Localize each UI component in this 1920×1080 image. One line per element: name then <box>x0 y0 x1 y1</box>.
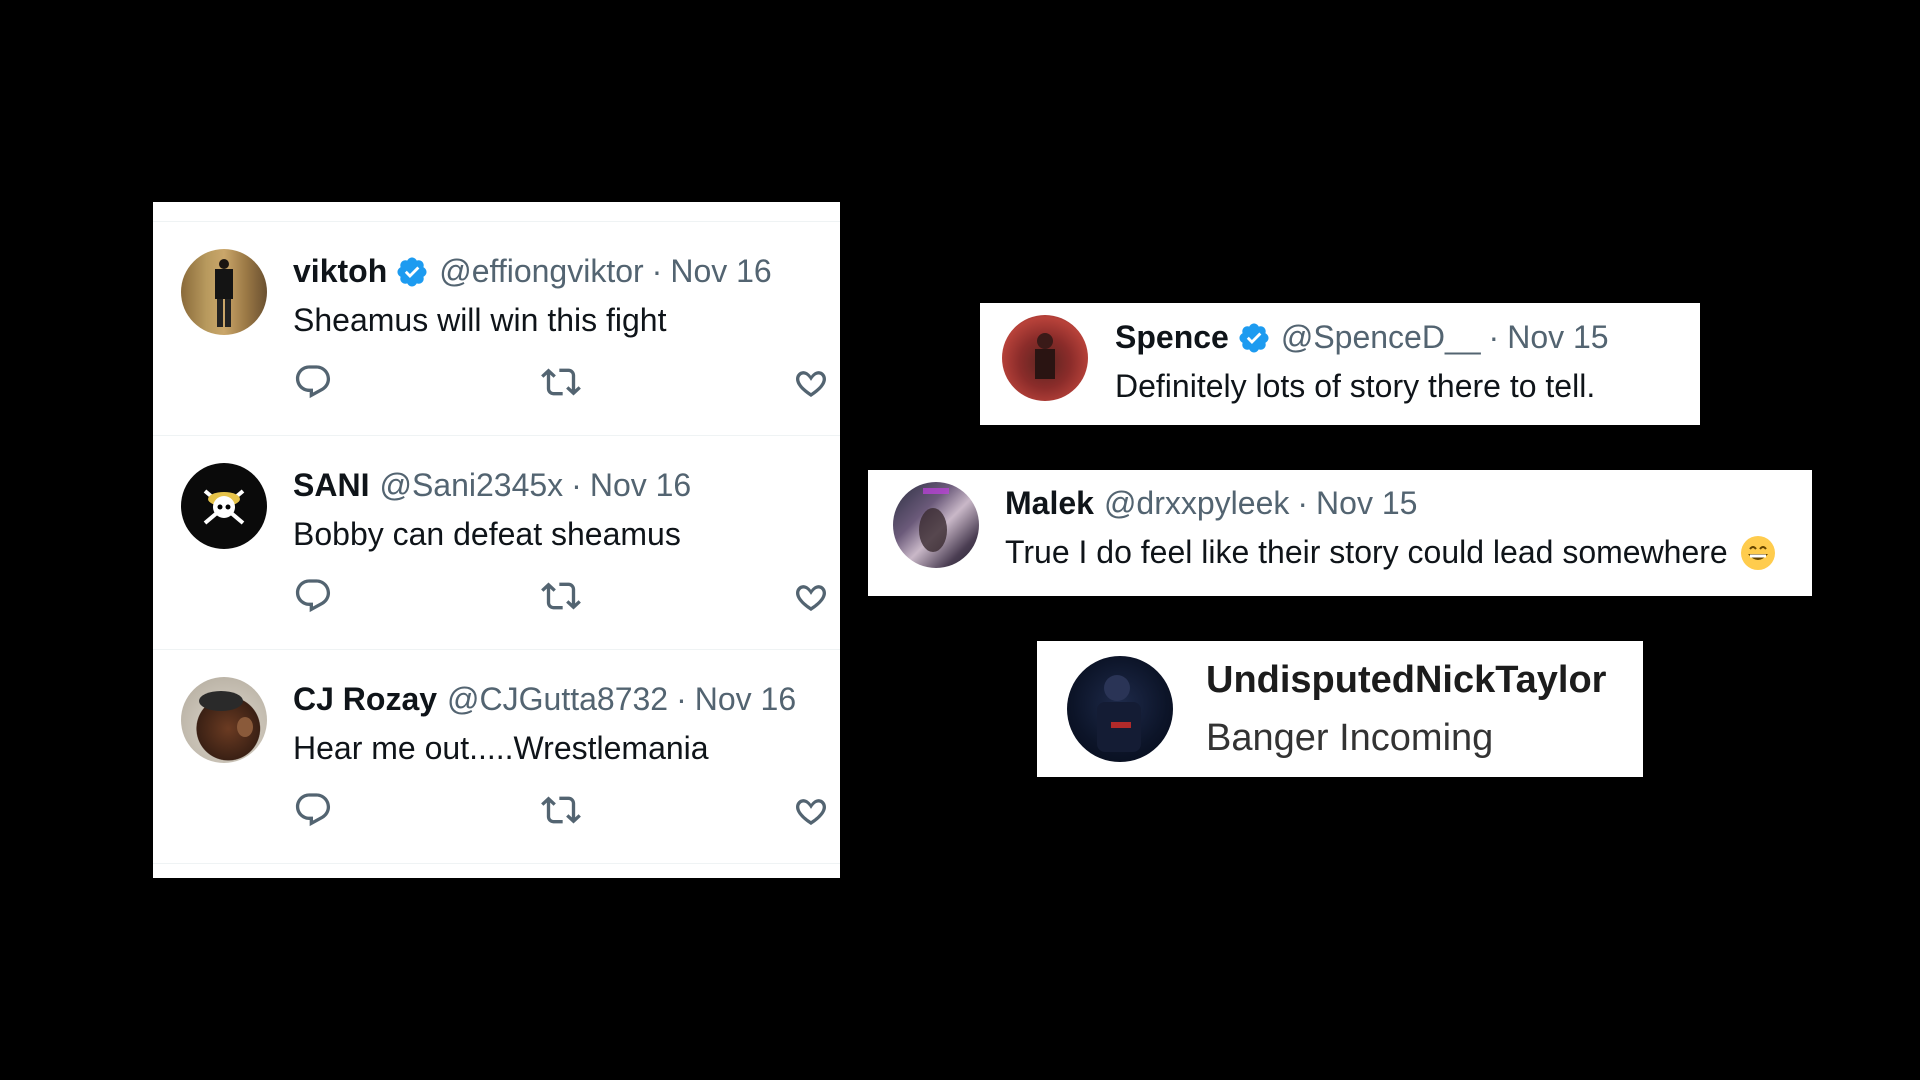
reply-icon <box>293 362 333 402</box>
avatar[interactable] <box>1002 315 1088 401</box>
retweet-button[interactable] <box>541 790 581 830</box>
tweet-text: Bobby can defeat sheamus <box>293 516 681 552</box>
avatar[interactable] <box>181 677 267 763</box>
separator: · <box>1488 319 1500 355</box>
display-name[interactable]: viktoh <box>293 253 387 290</box>
display-name[interactable]: Malek <box>1005 485 1094 522</box>
timestamp[interactable]: Nov 16 <box>695 681 796 718</box>
timestamp[interactable]: Nov 15 <box>1316 485 1417 522</box>
reply-icon <box>293 790 333 830</box>
avatar[interactable] <box>1067 656 1173 762</box>
tweet-card-malek[interactable]: Malek @drxxpyleek · Nov 15 True I do fee… <box>868 470 1812 596</box>
verified-badge-icon <box>395 255 429 289</box>
like-icon <box>791 790 831 830</box>
reply-button[interactable] <box>293 362 333 402</box>
user-handle[interactable]: @Sani2345x <box>379 467 563 504</box>
separator: · <box>676 681 687 717</box>
retweet-button[interactable] <box>541 362 581 402</box>
tweet[interactable]: CJ Rozay @CJGutta8732 · Nov 16 Hear me o… <box>153 650 840 864</box>
avatar[interactable] <box>181 463 267 549</box>
like-icon <box>791 576 831 616</box>
tweet-text: Definitely lots of story there to tell. <box>1115 368 1596 404</box>
display-name[interactable]: SANI <box>293 467 369 504</box>
user-handle[interactable]: @effiongviktor <box>439 253 643 290</box>
retweet-icon <box>541 790 581 830</box>
verified-badge-icon <box>1237 321 1271 355</box>
like-button[interactable] <box>791 362 831 402</box>
user-handle[interactable]: @CJGutta8732 <box>447 681 668 718</box>
reply-icon <box>293 576 333 616</box>
retweet-icon <box>541 362 581 402</box>
tweet-text: Banger Incoming <box>1206 717 1494 759</box>
display-name[interactable]: CJ Rozay <box>293 681 437 718</box>
reply-button[interactable] <box>293 576 333 616</box>
avatar[interactable] <box>181 249 267 335</box>
retweet-button[interactable] <box>541 576 581 616</box>
timestamp[interactable]: Nov 16 <box>590 467 691 504</box>
display-name[interactable]: Spence <box>1115 319 1229 356</box>
retweet-icon <box>541 576 581 616</box>
avatar[interactable] <box>893 482 979 568</box>
user-handle[interactable]: @SpenceD__ <box>1281 319 1481 356</box>
separator: · <box>1297 485 1309 521</box>
user-handle[interactable]: @drxxpyleek <box>1104 485 1289 522</box>
tweet-text: Hear me out.....Wrestlemania <box>293 730 709 766</box>
like-button[interactable] <box>791 790 831 830</box>
like-icon <box>791 362 831 402</box>
tweet-card-spence[interactable]: Spence @SpenceD__ · Nov 15 Definitely lo… <box>980 303 1700 425</box>
separator: · <box>651 253 663 289</box>
reply-thread-panel: viktoh @effiongviktor · Nov 16 Sheamus w… <box>153 202 840 878</box>
tweet[interactable]: viktoh @effiongviktor · Nov 16 Sheamus w… <box>153 222 840 436</box>
tweet-card-nick[interactable]: UndisputedNickTaylor Banger Incoming <box>1037 641 1643 777</box>
timestamp[interactable]: Nov 15 <box>1507 319 1608 356</box>
reply-button[interactable] <box>293 790 333 830</box>
tweet-text: True I do feel like their story could le… <box>1005 534 1728 570</box>
tweet[interactable]: SANI @Sani2345x · Nov 16 Bobby can defea… <box>153 436 840 650</box>
timestamp[interactable]: Nov 16 <box>670 253 771 290</box>
grinning-face-emoji-icon <box>1740 535 1775 570</box>
tweet-text: Sheamus will win this fight <box>293 302 667 338</box>
display-name[interactable]: UndisputedNickTaylor <box>1206 659 1606 702</box>
like-button[interactable] <box>791 576 831 616</box>
separator: · <box>571 467 582 503</box>
